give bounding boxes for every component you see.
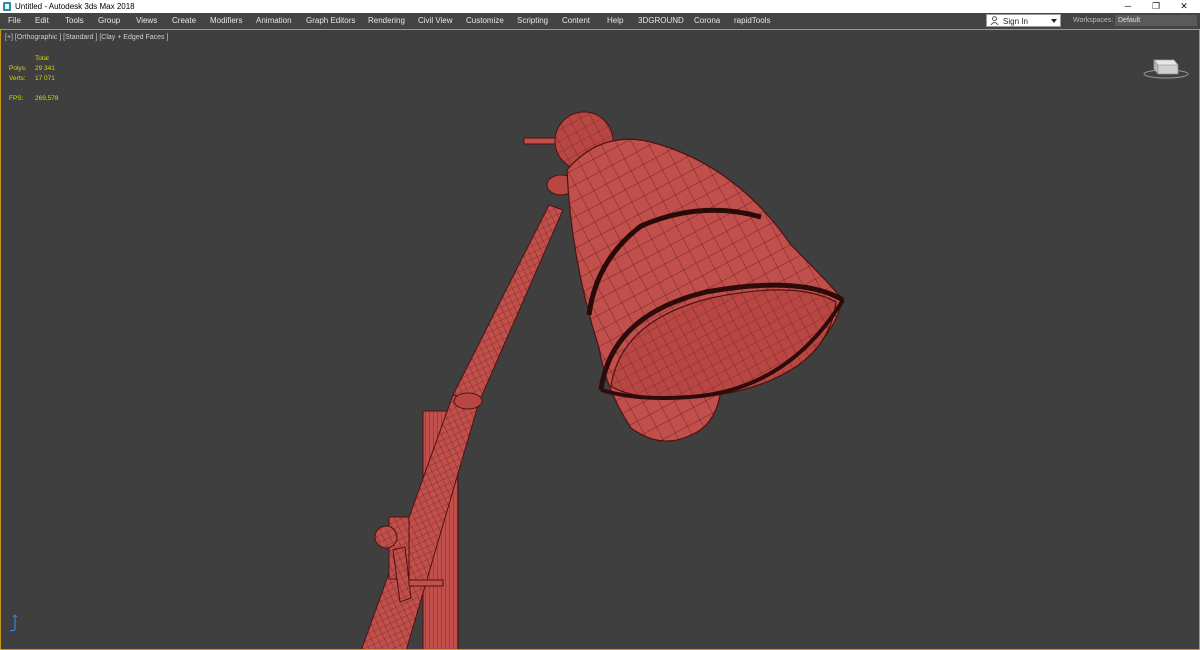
menu-3dground[interactable]: 3DGROUND xyxy=(638,13,684,29)
workspaces-select[interactable]: Default xyxy=(1115,15,1197,26)
menu-rapidtools[interactable]: rapidTools xyxy=(734,13,770,29)
axis-tripod-icon xyxy=(9,614,18,632)
minimize-button[interactable]: ─ xyxy=(1115,0,1141,13)
menu-content[interactable]: Content xyxy=(562,13,590,29)
lamp-upper-arm xyxy=(452,204,564,403)
restore-button[interactable]: ❐ xyxy=(1143,0,1169,13)
person-icon xyxy=(990,16,999,25)
lamp-joint-pin xyxy=(408,579,444,587)
lamp-arm-collar xyxy=(453,392,483,410)
menu-graph-editors[interactable]: Graph Editors xyxy=(306,13,355,29)
lamp-model[interactable] xyxy=(1,30,1199,649)
title-bar: Untitled - Autodesk 3ds Max 2018 ─ ❐ ✕ xyxy=(0,0,1200,13)
lamp-lower-arm xyxy=(361,394,480,649)
menu-edit[interactable]: Edit xyxy=(35,13,49,29)
sign-in-dropdown[interactable]: Sign In xyxy=(986,14,1061,27)
menu-help[interactable]: Help xyxy=(607,13,623,29)
menu-tools[interactable]: Tools xyxy=(65,13,84,29)
menu-scripting[interactable]: Scripting xyxy=(517,13,548,29)
menu-create[interactable]: Create xyxy=(172,13,196,29)
menu-corona[interactable]: Corona xyxy=(694,13,720,29)
menu-customize[interactable]: Customize xyxy=(466,13,504,29)
viewcube-icon[interactable] xyxy=(1142,52,1190,80)
menu-rendering[interactable]: Rendering xyxy=(368,13,405,29)
menu-civil-view[interactable]: Civil View xyxy=(418,13,453,29)
sign-in-label: Sign In xyxy=(1003,17,1028,26)
menu-animation[interactable]: Animation xyxy=(256,13,292,29)
window-title: Untitled - Autodesk 3ds Max 2018 xyxy=(15,2,135,11)
menu-modifiers[interactable]: Modifiers xyxy=(210,13,242,29)
workspaces-label: Workspaces: xyxy=(1073,17,1114,24)
menu-group[interactable]: Group xyxy=(98,13,120,29)
menu-bar: File Edit Tools Group Views Create Modif… xyxy=(0,13,1200,29)
menu-views[interactable]: Views xyxy=(136,13,157,29)
app-icon xyxy=(3,2,11,11)
lamp-joint-knob xyxy=(374,525,398,549)
menu-file[interactable]: File xyxy=(8,13,21,29)
perspective-viewport[interactable]: [+] [Orthographic ] [Standard ] [Clay + … xyxy=(0,29,1200,650)
chevron-down-icon xyxy=(1051,19,1057,23)
close-button[interactable]: ✕ xyxy=(1171,0,1197,13)
